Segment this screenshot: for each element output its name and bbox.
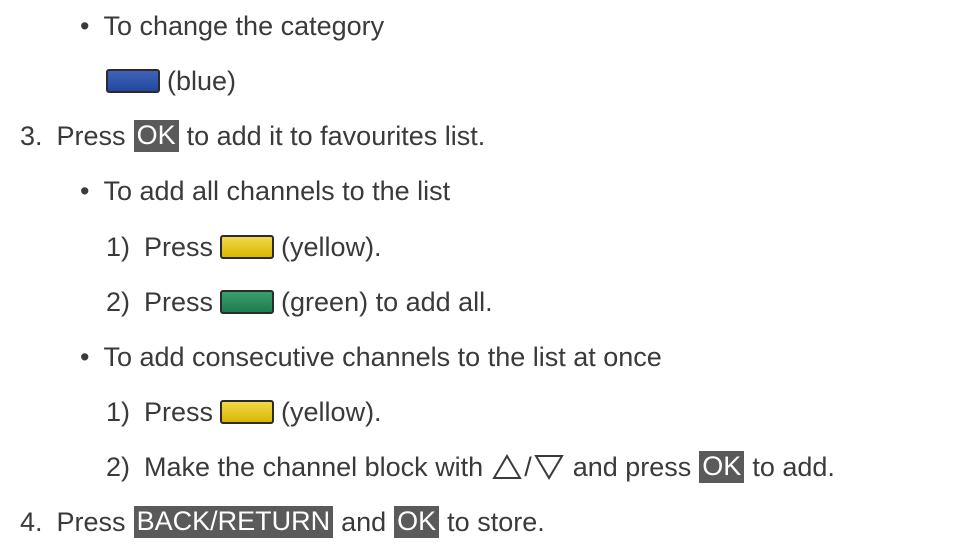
step-text: to add it to favourites list. [186,120,486,151]
step-and: and [341,506,387,537]
substep-press: Press [144,396,214,427]
substep-yellow-1: 1) Press (yellow). [106,229,382,265]
bullet: • [80,341,90,372]
bullet-add-consecutive: • To add consecutive channels to the lis… [80,339,662,375]
step-press: Press [56,120,126,151]
blue-label: (blue) [167,65,237,96]
substep-text: (yellow). [281,396,382,427]
substep-text: (yellow). [281,231,382,262]
ok-key: OK [394,506,440,538]
step-3: 3. Press OK to add it to favourites list… [20,118,485,154]
up-triangle-icon [492,454,522,479]
bullet-change-category: • To change the category [80,8,384,44]
green-button-icon [220,290,275,314]
substep-number: 1) [106,396,131,427]
bullet: • [80,175,90,206]
slash: / [524,451,532,482]
substep-yellow-2: 1) Press (yellow). [106,394,382,430]
step-4: 4. Press BACK/RETURN and OK to store. [20,504,545,540]
substep-number: 2) [106,451,131,482]
bullet-text: To change the category [103,10,385,41]
substep-text: (green) to add all. [281,286,493,317]
substep-press: Press [144,231,214,262]
ok-key: OK [133,120,179,152]
substep-text: Make the channel block with [144,451,484,482]
bullet: • [80,10,90,41]
step-number: 3. [20,120,43,151]
substep-green: 2) Press (green) to add all. [106,284,493,320]
substep-mid: and press [572,451,692,482]
step-number: 4. [20,506,43,537]
yellow-button-icon [220,400,275,424]
ok-key: OK [699,451,745,483]
substep-number: 1) [106,231,131,262]
substep-press: Press [144,286,214,317]
blue-option: (blue) [106,63,236,99]
substep-number: 2) [106,286,131,317]
yellow-button-icon [220,235,275,259]
substep-block: 2) Make the channel block with / and pre… [106,449,835,485]
bullet-add-all: • To add all channels to the list [80,173,450,209]
bullet-text: To add all channels to the list [103,175,451,206]
step-press: Press [56,506,126,537]
step-text: to store. [447,506,545,537]
substep-post: to add. [752,451,835,482]
blue-button-icon [106,69,160,93]
bullet-text: To add consecutive channels to the list … [103,341,662,372]
down-triangle-icon [533,455,564,480]
back-return-key: BACK/RETURN [133,506,334,538]
